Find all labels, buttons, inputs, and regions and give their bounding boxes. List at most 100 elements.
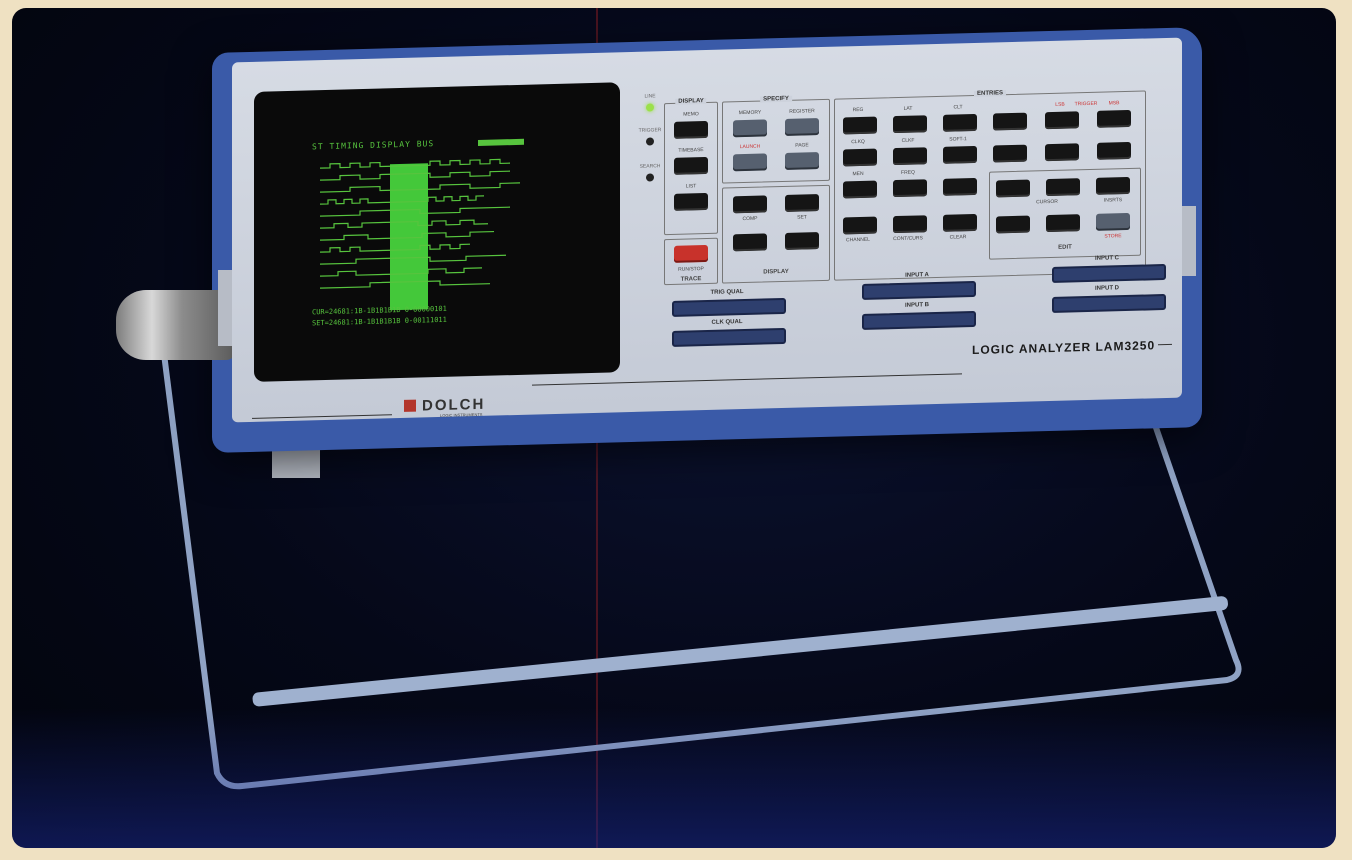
register-key[interactable]: [785, 118, 819, 136]
line-led-icon: [646, 103, 654, 112]
entry-key-9[interactable]: [943, 113, 977, 132]
connector-label-input-b: INPUT B: [905, 302, 929, 309]
connector-label-clk-qual: CLK QUAL: [711, 319, 743, 326]
model-rule-right: [1158, 343, 1172, 346]
crt-screen: ST TIMING DISPLAY BUS CUR=24681:1B-1B1B1…: [312, 136, 562, 333]
dolch-logo-icon: [404, 399, 416, 412]
key-label-cont-curs: CONT/CURS: [893, 235, 923, 243]
entries-group-label: ENTRIES: [973, 90, 1007, 98]
key-label-page: PAGE: [795, 142, 809, 149]
run-stop-key[interactable]: [674, 244, 708, 263]
clk-qual-connector[interactable]: [672, 327, 786, 347]
entry-key-c[interactable]: [1097, 141, 1131, 160]
search-led-icon: [646, 173, 654, 182]
cursor-right-key[interactable]: [785, 232, 819, 250]
key-label-launch: LAUNCH: [739, 143, 761, 151]
entry-key-4[interactable]: [843, 148, 877, 167]
key-label-reg: REG: [852, 106, 864, 114]
key-label-store: STORE: [1104, 233, 1122, 240]
key-label-channel: CHANNEL: [846, 236, 870, 244]
entry-key-e[interactable]: [1045, 111, 1079, 130]
input-a-connector[interactable]: [862, 280, 976, 300]
screen-set-line: SET=24681:1B-1B1B1B1B 0-00111011: [312, 315, 447, 328]
display-group-label: DISPLAY: [675, 98, 707, 105]
display-key-group: DISPLAY MEMO TIMEBASE LIST: [664, 98, 718, 236]
input-d-connector[interactable]: [1052, 293, 1166, 313]
display-cursor-group: COMP SET DISPLAY: [722, 184, 830, 284]
set-key[interactable]: [785, 194, 819, 212]
clear-key[interactable]: [943, 213, 977, 232]
launch-key[interactable]: [733, 153, 767, 172]
entry-key-0[interactable]: [843, 216, 877, 235]
edit-key-up-right[interactable]: [1096, 176, 1130, 195]
key-label-timebase: TIMEBASE: [678, 147, 704, 154]
crt-bezel: ST TIMING DISPLAY BUS CUR=24681:1B-1B1B1…: [254, 82, 620, 382]
cursor-left-key[interactable]: [733, 233, 767, 252]
entry-key-2[interactable]: [893, 179, 927, 198]
edit-key-left[interactable]: [996, 215, 1030, 234]
brand-rule-left: [252, 414, 392, 419]
key-label-insrts: INSRTS: [1103, 197, 1123, 204]
edit-key-group: CURSOR INSRTS STORE EDIT: [989, 167, 1141, 260]
specify-group-label: SPECIFY: [760, 95, 792, 103]
entry-key-7[interactable]: [843, 116, 877, 135]
connector-label-trig-qual: TRIG QUAL: [710, 289, 744, 296]
entry-key-6[interactable]: [943, 145, 977, 164]
cont-curs-key[interactable]: [893, 215, 927, 234]
trigger-led-icon: [646, 137, 654, 146]
trace-group-label: TRACE: [680, 276, 702, 283]
key-label-clear: CLEAR: [949, 234, 967, 241]
store-key[interactable]: [1096, 212, 1130, 231]
key-label-list: LIST: [685, 183, 697, 190]
key-label-lat: LAT: [903, 105, 913, 112]
key-label-set: SET: [797, 214, 807, 221]
entry-key-3[interactable]: [943, 177, 977, 196]
key-label-run-stop: RUN/STOP: [678, 266, 704, 273]
display-group-label-lower: DISPLAY: [763, 268, 789, 276]
entry-key-f[interactable]: [1097, 109, 1131, 128]
model-name: LOGIC ANALYZER LAM3250: [972, 338, 1156, 358]
edit-key-right[interactable]: [1046, 214, 1080, 233]
entry-key-1[interactable]: [843, 180, 877, 199]
entry-key-8[interactable]: [893, 115, 927, 134]
key-label-freq: FREQ: [901, 169, 915, 176]
connector-label-input-d: INPUT D: [1095, 285, 1119, 292]
key-label-register: REGISTER: [789, 108, 815, 115]
entry-key-b[interactable]: [1045, 143, 1079, 162]
key-label-comp: COMP: [742, 215, 758, 223]
product-photo: ST TIMING DISPLAY BUS CUR=24681:1B-1B1B1…: [12, 8, 1336, 848]
input-b-connector[interactable]: [862, 310, 976, 330]
screen-title: ST TIMING DISPLAY BUS: [312, 139, 435, 152]
edit-key-up-mid[interactable]: [1046, 178, 1080, 197]
specify-key-group: SPECIFY MEMORY REGISTER LAUNCH PAGE: [722, 95, 830, 184]
edit-key-up-left[interactable]: [996, 179, 1030, 198]
memory-key[interactable]: [733, 119, 767, 138]
entry-key-a[interactable]: [993, 144, 1027, 163]
front-panel: ST TIMING DISPLAY BUS CUR=24681:1B-1B1B1…: [232, 37, 1182, 423]
memo-key[interactable]: [674, 120, 708, 139]
list-key[interactable]: [674, 192, 708, 211]
page-key[interactable]: [785, 152, 819, 170]
entry-key-5[interactable]: [893, 147, 927, 166]
key-label-cursor: CURSOR: [1036, 198, 1058, 206]
screen-title-bar: [478, 138, 524, 146]
timebase-key[interactable]: [674, 156, 708, 175]
key-label-memo: MEMO: [683, 111, 699, 118]
timing-waveforms: [320, 158, 520, 289]
floor-reflection: [12, 708, 1336, 848]
key-label-men: MEN: [852, 170, 864, 178]
comp-key[interactable]: [733, 195, 767, 214]
input-c-connector[interactable]: [1052, 263, 1166, 283]
entries-key-group: ENTRIES REG LAT CLT LSB TRIGGER MSB CLKQ…: [834, 90, 1146, 281]
trace-key-group: RUN/STOP TRACE: [664, 237, 718, 286]
key-label-clkf: CLKF: [901, 137, 915, 144]
model-rule-left: [532, 373, 962, 386]
entry-key-d[interactable]: [993, 112, 1027, 131]
led-label-line: LINE: [644, 93, 656, 100]
trig-qual-connector[interactable]: [672, 297, 786, 317]
key-label-clt: CLT: [953, 104, 963, 111]
key-label-soft-1: SOFT-1: [949, 136, 967, 143]
key-label-clkq: CLKQ: [851, 138, 865, 146]
key-label-memory: MEMORY: [738, 109, 762, 117]
edit-group-label: EDIT: [1058, 244, 1072, 251]
